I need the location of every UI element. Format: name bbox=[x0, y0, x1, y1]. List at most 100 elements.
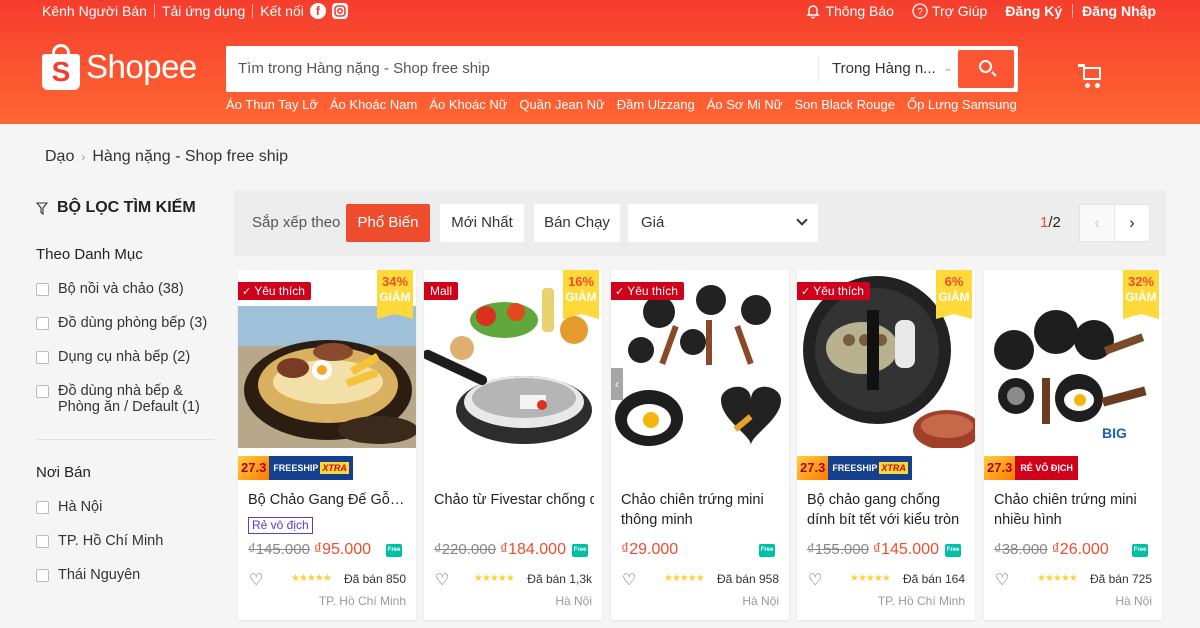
product-price: ₫29.000 bbox=[621, 541, 678, 559]
sort-newest-button[interactable]: Mới Nhất bbox=[440, 204, 524, 242]
filter-title: BỘ LỌC TÌM KIẾM bbox=[36, 196, 214, 220]
heart-icon[interactable]: ♡ bbox=[622, 570, 636, 590]
category-filter-option[interactable]: Dụng cụ nhà bếp (2) bbox=[36, 349, 214, 365]
cart-icon[interactable] bbox=[1078, 62, 1104, 90]
cheapest-tag: Rẻ vô địch bbox=[248, 517, 313, 534]
seller-location: Hà Nội bbox=[1115, 594, 1152, 608]
current-price: ₫145.000 bbox=[872, 541, 939, 558]
search-suggestion-link[interactable]: Áo Khoác Nữ bbox=[429, 97, 507, 112]
search-input[interactable]: Tìm trong Hàng nặng - Shop free ship bbox=[238, 46, 490, 92]
product-image: BIG 32% GIẢM bbox=[984, 270, 1162, 448]
checkbox[interactable] bbox=[36, 385, 49, 398]
freeship-badge: FREESHIP XTRA bbox=[269, 456, 353, 480]
location-filter-option[interactable]: Thái Nguyên bbox=[36, 567, 214, 583]
discount-badge: 16% GIẢM bbox=[563, 270, 599, 319]
image-prev-button[interactable]: ‹ bbox=[611, 368, 623, 400]
sort-popular-button[interactable]: Phổ Biến bbox=[346, 204, 430, 242]
sort-bestseller-button[interactable]: Bán Chạy bbox=[534, 204, 620, 242]
divider bbox=[36, 439, 214, 440]
register-link[interactable]: Đăng Ký bbox=[1005, 3, 1062, 19]
product-image: ✓ Yêu thích ‹ bbox=[611, 270, 789, 448]
shopee-logo[interactable]: S Shopee bbox=[42, 44, 197, 90]
product-card[interactable]: ✓ Yêu thích 6% GIẢM 27.3 FREESHIP XTRA Bộ c… bbox=[797, 270, 975, 620]
search-suggestion-link[interactable]: Son Black Rouge bbox=[795, 97, 895, 112]
sold-count: Đã bán 850 bbox=[343, 572, 406, 586]
search-bar: Tìm trong Hàng nặng - Shop free ship Tro… bbox=[226, 46, 1018, 92]
free-shipping-icon: Free bbox=[1132, 544, 1148, 557]
product-name[interactable]: Bộ Chảo Gang Đế Gỗ Lót Gỗ Hình Chữ Nhật bbox=[248, 490, 408, 510]
sort-price-select[interactable]: Giá bbox=[628, 204, 818, 242]
promo-badges: 27.3 RẺ VÔ ĐỊCH bbox=[984, 456, 1078, 480]
product-card[interactable]: Mall 16%GIẢM Chảo từ Fivestar chống dính… bbox=[424, 270, 602, 620]
prev-page-button[interactable]: ‹ bbox=[1079, 204, 1115, 242]
search-suggestion-link[interactable]: Áo Thun Tay Lỡ bbox=[226, 97, 318, 112]
help-link[interactable]: ? Trợ Giúp bbox=[912, 3, 987, 19]
product-card[interactable]: ✓ Yêu thích 34% GIẢM 27.3 FREESHIP XTRA Bộ … bbox=[238, 270, 416, 620]
login-link[interactable]: Đăng Nhập bbox=[1082, 3, 1156, 19]
product-price: ₫155.000 ₫145.000 bbox=[807, 541, 939, 559]
product-name[interactable]: Chảo chiên trứng mini nhiều hình bbox=[994, 490, 1154, 530]
svg-text:BIG: BIG bbox=[1102, 425, 1127, 441]
location-filter-option[interactable]: TP. Hồ Chí Minh bbox=[36, 533, 214, 549]
checkbox[interactable] bbox=[36, 569, 49, 582]
instagram-icon[interactable] bbox=[331, 3, 348, 19]
product-image: ✓ Yêu thích 6% GIẢM bbox=[797, 270, 975, 448]
checkbox[interactable] bbox=[36, 283, 49, 296]
checkbox[interactable] bbox=[36, 535, 49, 548]
filter-icon bbox=[36, 201, 48, 215]
next-page-button[interactable]: › bbox=[1114, 204, 1150, 242]
search-suggestion-link[interactable]: Quần Jean Nữ bbox=[519, 97, 604, 112]
heart-icon[interactable]: ♡ bbox=[808, 570, 822, 590]
favorite-badge: ✓ Yêu thích bbox=[611, 282, 684, 300]
free-shipping-icon: Free bbox=[759, 544, 775, 557]
rating-stars: ★★★★★ bbox=[664, 573, 705, 584]
discount-badge: 34% GIẢM bbox=[377, 270, 413, 319]
old-price: ₫38.000 bbox=[994, 541, 1048, 558]
help-icon: ? bbox=[912, 3, 928, 19]
event-badge: 27.3 bbox=[238, 456, 270, 480]
filter-sidebar: BỘ LỌC TÌM KIẾM Theo Danh Mục Bộ nồi và … bbox=[36, 196, 214, 583]
download-app-link[interactable]: Tải ứng dụng bbox=[162, 3, 245, 19]
free-shipping-icon: Free bbox=[572, 544, 588, 557]
connect-label: Kết nối bbox=[260, 3, 304, 19]
heart-icon[interactable]: ♡ bbox=[435, 570, 449, 590]
location-filter-option[interactable]: Hà Nội bbox=[36, 499, 214, 515]
event-badge: 27.3 bbox=[984, 456, 1016, 480]
category-filter-option-label: Dụng cụ nhà bếp (2) bbox=[58, 349, 191, 365]
heart-icon[interactable]: ♡ bbox=[995, 570, 1009, 590]
product-card[interactable]: ✓ Yêu thích ‹ Chảo chiên trứng mini thông… bbox=[611, 270, 789, 620]
category-filter-option-label: Bộ nồi và chảo (38) bbox=[58, 281, 184, 297]
category-filter-option[interactable]: Đồ dùng phòng bếp (3) bbox=[36, 315, 214, 331]
search-suggestion-link[interactable]: Đầm Ulzzang bbox=[617, 97, 695, 112]
page-indicator: 1/2 bbox=[1040, 214, 1061, 231]
search-button[interactable] bbox=[958, 50, 1014, 88]
checkbox[interactable] bbox=[36, 351, 49, 364]
category-filter-option[interactable]: Bộ nồi và chảo (38) bbox=[36, 281, 214, 297]
heart-icon[interactable]: ♡ bbox=[249, 570, 263, 590]
category-filter-option[interactable]: Đồ dùng nhà bếp & Phòng ăn / Default (1) bbox=[36, 383, 214, 415]
search-scope-dropdown[interactable]: Trong Hàng n... ⌄ bbox=[818, 56, 956, 82]
checkbox[interactable] bbox=[36, 501, 49, 514]
breadcrumb-root[interactable]: Dạo bbox=[45, 148, 74, 166]
product-card[interactable]: BIG 32% GIẢM 27.3 RẺ VÔ ĐỊCH Chảo chiên t… bbox=[984, 270, 1162, 620]
seller-channel-link[interactable]: Kênh Người Bán bbox=[42, 3, 147, 19]
rating-stars: ★★★★★ bbox=[291, 573, 332, 584]
free-shipping-icon: Free bbox=[386, 544, 402, 557]
rating-stars: ★★★★★ bbox=[474, 573, 515, 584]
sort-price-label: Giá bbox=[641, 214, 665, 231]
product-name[interactable]: Chảo từ Fivestar chống dính ba đáy 22/24… bbox=[434, 490, 594, 530]
product-name[interactable]: Bộ chảo gang chống dính bít tết với kiểu… bbox=[807, 490, 967, 530]
checkbox[interactable] bbox=[36, 317, 49, 330]
location-filter-option-label: Hà Nội bbox=[58, 499, 103, 515]
product-name[interactable]: Chảo chiên trứng mini thông minh bbox=[621, 490, 781, 530]
chevron-down-icon bbox=[796, 214, 808, 226]
sold-count: Đã bán 958 bbox=[716, 572, 779, 586]
location-filter-option-label: Thái Nguyên bbox=[58, 567, 141, 583]
search-suggestion-link[interactable]: Áo Sơ Mi Nữ bbox=[707, 97, 783, 112]
search-suggestion-link[interactable]: Áo Khoác Nam bbox=[330, 97, 417, 112]
notifications-link[interactable]: Thông Báo bbox=[805, 3, 894, 19]
search-icon bbox=[979, 60, 992, 73]
facebook-icon[interactable]: f bbox=[309, 3, 326, 19]
event-badge: 27.3 bbox=[797, 456, 829, 480]
search-suggestion-link[interactable]: Ốp Lưng Samsung bbox=[907, 97, 1017, 112]
